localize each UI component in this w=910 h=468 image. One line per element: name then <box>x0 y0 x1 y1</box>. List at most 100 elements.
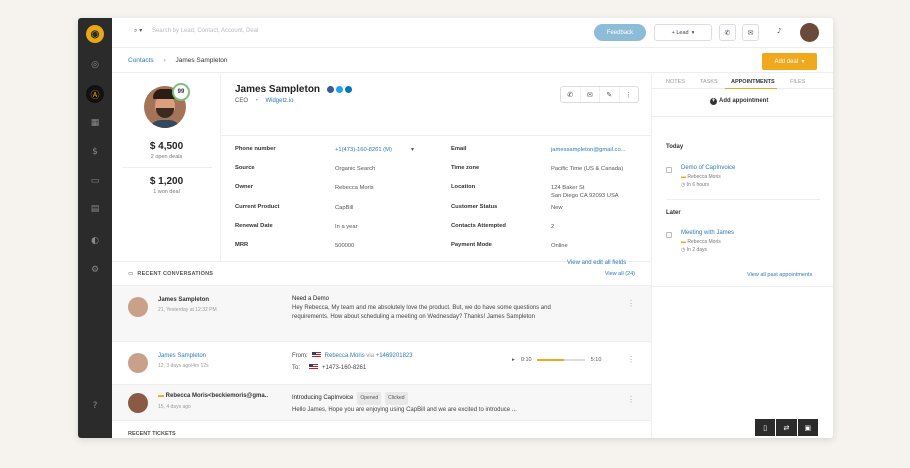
conversation-item[interactable]: ▬ Rebecca Moris<beckiemoris@gma.. 15, 4 … <box>112 385 651 421</box>
chart-icon[interactable]: ◐ <box>86 232 104 250</box>
app-logo[interactable]: ◉ <box>86 25 104 43</box>
right-tabs: NOTES TASKS APPOINTMENTS FILES <box>652 74 833 89</box>
field-label: Owner <box>235 184 254 190</box>
add-lead-button[interactable]: + Lead ▾ <box>654 24 712 41</box>
view-all-conversations-link[interactable]: View all (24) <box>605 271 635 277</box>
add-deal-button[interactable]: Add deal ▾ <box>762 53 817 70</box>
mail-icon[interactable]: ✉ <box>742 24 759 41</box>
recent-conversations-label: RECENT CONVERSATIONS <box>137 271 214 277</box>
screen-tool-icon[interactable]: ▣ <box>797 419 818 436</box>
field-label: Current Product <box>235 204 280 210</box>
feedback-button[interactable]: Feedback <box>594 24 646 41</box>
field-value: Organic Search <box>335 166 376 172</box>
chat-icon[interactable]: ▭ <box>86 172 104 190</box>
field-label: Payment Mode <box>451 242 492 248</box>
contact-company[interactable]: Widgetz.io <box>265 98 293 104</box>
won-deals-count: 1 won deal <box>153 189 180 195</box>
conversation-subject: Need a Demo <box>292 296 330 302</box>
target-icon[interactable]: ◎ <box>86 56 104 74</box>
search-bar[interactable]: ⌕ ▾ Search by Lead, Contact, Account, De… <box>134 27 258 35</box>
email-icon[interactable]: ✉ <box>581 87 600 102</box>
recent-conversations-header: ▭ RECENT CONVERSATIONS View all (24) <box>112 262 651 286</box>
search-input[interactable]: Search by Lead, Contact, Account, Deal <box>152 28 258 34</box>
appointment-when: In 2 days <box>686 247 708 253</box>
chevron-down-icon[interactable]: ▾ <box>411 146 414 154</box>
contact-role-row: CEO • Widgetz.io <box>235 98 294 104</box>
field-label: Email <box>451 146 467 152</box>
won-deals-stat: $ 1,200 1 won deal <box>112 176 221 195</box>
contact-fields: Phone number +1(473)-160-8261 (M) ▾ Source O… <box>221 136 651 266</box>
chat-icon: ▭ <box>128 271 134 277</box>
conversation-body: Introducing CapInvoice Opened Clicked Hell… <box>292 392 562 416</box>
contact-actions: ✆ ✉ ✎ ⋮ <box>560 86 639 103</box>
play-icon[interactable]: ▸ <box>512 357 515 363</box>
field-value: San Diego CA 92093 USA <box>551 193 619 199</box>
conversation-item[interactable]: James Sampleton 21, Yesterday at 12:32 P… <box>112 286 651 342</box>
appointment-checkbox[interactable] <box>666 232 672 238</box>
dollar-icon[interactable]: $ <box>86 143 104 161</box>
conversation-subject: Introducing CapInvoice <box>292 395 354 401</box>
appointment-meta: ▬ Rebecca Moris ◷ In 2 days <box>681 239 721 253</box>
linkedin-icon[interactable] <box>344 85 352 93</box>
contact-summary: 99 $ 4,500 2 open deals $ 1,200 1 won de… <box>112 74 221 262</box>
tab-notes[interactable]: NOTES <box>666 79 685 85</box>
open-deals-stat: $ 4,500 2 open deals <box>112 141 221 160</box>
user-avatar[interactable] <box>800 23 819 42</box>
conversation-time: 21, Yesterday at 12:32 PM <box>158 307 217 313</box>
calendar-icon[interactable]: ▤ <box>86 200 104 218</box>
twitter-icon[interactable] <box>335 85 343 93</box>
conversation-item[interactable]: James Sampleton 12, 3 days ago/4m 12s Fr… <box>112 342 651 385</box>
conversation-time: 15, 4 days ago <box>158 404 191 410</box>
top-bar: ⌕ ▾ Search by Lead, Contact, Account, De… <box>112 18 833 48</box>
call-icon[interactable]: ✆ <box>561 87 581 102</box>
add-appointment-label: Add appointment <box>719 98 769 104</box>
time-start: 0:10 <box>520 357 532 363</box>
score-badge: 99 <box>172 83 190 101</box>
field-value[interactable]: +1(473)-160-8261 (M) <box>335 146 392 154</box>
to-label: To: <box>292 365 301 371</box>
facebook-icon[interactable] <box>326 85 334 93</box>
tab-tasks[interactable]: TASKS <box>700 79 718 85</box>
appointment-title[interactable]: Meeting with James <box>681 230 734 236</box>
field-value[interactable]: jamessampleton@gmail.co... <box>551 146 626 154</box>
recent-conversations-title: ▭ RECENT CONVERSATIONS <box>128 271 213 277</box>
appointment-title[interactable]: Demo of CapInvoice <box>681 165 735 171</box>
bell-icon[interactable]: ♪ <box>777 27 781 35</box>
phone-icon[interactable]: ✆ <box>719 24 736 41</box>
tab-appointments[interactable]: APPOINTMENTS <box>731 79 775 85</box>
field-label: Phone number <box>235 146 276 152</box>
tab-files[interactable]: FILES <box>790 79 805 85</box>
more-icon[interactable]: ⋮ <box>620 87 639 102</box>
contact-name: James Sampleton <box>235 84 321 95</box>
more-icon[interactable]: ⋮ <box>627 299 635 308</box>
field-value: 500000 <box>335 243 355 249</box>
conversation-sender[interactable]: James Sampleton <box>158 353 206 359</box>
field-value: Pacific Time (US & Canada) <box>551 166 624 172</box>
call-from-number[interactable]: +1469201823 <box>376 353 413 359</box>
field-value: Rebecca Moris <box>335 185 374 191</box>
progress-fill <box>537 358 564 361</box>
conversation-sender-row: ▬ Rebecca Moris<beckiemoris@gma.. <box>158 393 269 399</box>
app-window: ◉ ◎ Ⓐ ▦ $ ▭ ▤ ◐ ⚙ ? ⌕ ▾ Search by Lead, … <box>78 18 833 438</box>
building-icon[interactable]: ▦ <box>86 114 104 132</box>
phone-tool-icon[interactable]: ▯ <box>755 419 776 436</box>
add-appointment-button[interactable]: + Add appointment <box>710 98 768 105</box>
appointment-when: In 6 hours <box>686 182 710 188</box>
field-value: New <box>551 205 563 211</box>
past-appointments-link[interactable]: View all past appointments <box>747 272 812 278</box>
conversation-subject-row: Introducing CapInvoice Opened Clicked <box>292 392 562 405</box>
appointment-checkbox[interactable] <box>666 167 672 173</box>
settings-icon[interactable]: ⚙ <box>86 261 104 279</box>
edit-icon[interactable]: ✎ <box>600 87 620 102</box>
help-icon[interactable]: ? <box>86 397 104 415</box>
field-label: MRR <box>235 242 249 248</box>
field-label: Location <box>451 184 476 190</box>
contacts-icon[interactable]: Ⓐ <box>86 85 104 103</box>
progress-bar[interactable] <box>537 358 586 361</box>
more-icon[interactable]: ⋮ <box>627 395 635 404</box>
conversation-body: Need a Demo Hey Rebecca, My team and me … <box>292 295 562 322</box>
breadcrumb-contacts[interactable]: Contacts <box>128 57 154 64</box>
more-icon[interactable]: ⋮ <box>627 355 635 364</box>
call-from-name[interactable]: Rebecca Moris <box>325 353 365 359</box>
transfer-tool-icon[interactable]: ⇄ <box>776 419 797 436</box>
